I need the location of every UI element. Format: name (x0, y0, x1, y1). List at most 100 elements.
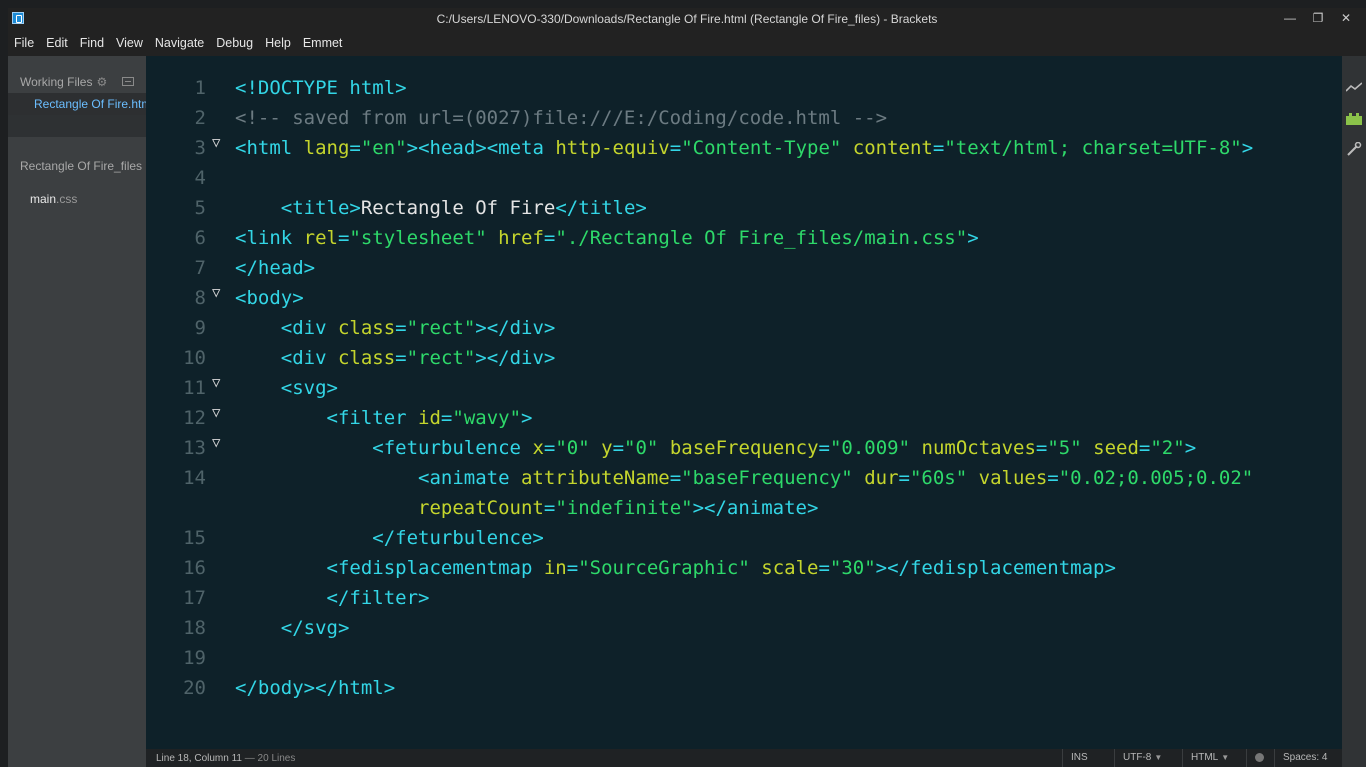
code-token: lang (303, 137, 350, 159)
line-number: 8 (194, 287, 206, 309)
code-line[interactable]: 6 <link rel="stylesheet" href="./Rectangl… (146, 223, 1342, 253)
code-line[interactable]: 18 </svg> (146, 613, 1342, 643)
minimize-button[interactable]: — (1276, 8, 1304, 28)
menu-help[interactable]: Help (259, 36, 297, 50)
code-token: "wavy" (452, 407, 522, 429)
code-token: ></div> (475, 317, 556, 339)
live-preview-icon[interactable] (1345, 82, 1363, 96)
code-token: = (1047, 467, 1059, 489)
code-token: "30" (829, 557, 876, 579)
menu-emmet[interactable]: Emmet (297, 36, 349, 50)
maximize-button[interactable]: ❐ (1304, 8, 1332, 28)
code-token: = (612, 437, 625, 459)
menu-find[interactable]: Find (74, 36, 110, 50)
code-line[interactable]: 15 </feturbulence> (146, 523, 1342, 553)
indent-select[interactable]: Spaces: 4 (1274, 749, 1342, 767)
code-line[interactable]: 7 </head> (146, 253, 1342, 283)
code-token: = (395, 347, 407, 369)
extension-manager-icon[interactable] (1346, 112, 1362, 126)
code-token: </feturbulence> (372, 527, 544, 549)
split-view-icon[interactable] (122, 77, 134, 86)
wrench-icon[interactable] (1346, 141, 1362, 156)
line-number: 4 (194, 167, 206, 189)
fold-toggle-icon[interactable]: ▽ (212, 398, 220, 428)
code-token: href (498, 227, 544, 249)
line-content: <body> (235, 283, 304, 313)
code-line[interactable]: repeatCount="indefinite"></animate> (146, 493, 1342, 523)
code-token: = (818, 557, 830, 579)
menu-debug[interactable]: Debug (210, 36, 259, 50)
code-line[interactable]: 2 <!-- saved from url=(0027)file:///E:/Co… (146, 103, 1342, 133)
code-lines[interactable]: 1 <!DOCTYPE html> 2 <!-- saved from url=(00… (146, 73, 1342, 703)
code-token: "5" (1047, 437, 1082, 459)
code-line[interactable]: 11 ▽ <svg> (146, 373, 1342, 403)
code-line[interactable]: 5 <title>Rectangle Of Fire</title> (146, 193, 1342, 223)
sidebar: Working Files ⚙ Rectangle Of Fire.html R… (8, 56, 146, 767)
line-count: 20 Lines (257, 753, 296, 764)
code-token: = (898, 467, 910, 489)
language-select[interactable]: HTML ▼ (1182, 749, 1244, 767)
code-token: <link (235, 227, 304, 249)
line-number: 15 (183, 527, 206, 549)
line-number: 14 (183, 467, 206, 489)
code-line[interactable]: 10 <div class="rect"></div> (146, 343, 1342, 373)
code-token: repeatCount (418, 497, 544, 519)
encoding-select[interactable]: UTF-8 ▼ (1114, 749, 1180, 767)
code-line[interactable]: 1 <!DOCTYPE html> (146, 73, 1342, 103)
line-content: </feturbulence> (235, 523, 544, 553)
fold-toggle-icon[interactable]: ▽ (212, 428, 220, 458)
menu-view[interactable]: View (110, 36, 149, 50)
code-line[interactable]: 14 <animate attributeName="baseFrequency… (146, 463, 1342, 493)
menu-navigate[interactable]: Navigate (149, 36, 210, 50)
code-token: = (543, 437, 556, 459)
line-content: </filter> (235, 583, 430, 613)
file-tree-item[interactable]: main.css (30, 192, 77, 206)
code-token: <!DOCTYPE html> (235, 77, 407, 99)
code-line[interactable]: 20 </body></html> (146, 673, 1342, 703)
line-number: 5 (194, 197, 206, 219)
working-files-header: Working Files ⚙ (20, 75, 107, 89)
gear-icon[interactable]: ⚙ (96, 75, 107, 89)
fold-toggle-icon[interactable]: ▽ (212, 278, 220, 308)
line-content: <title>Rectangle Of Fire</title> (235, 193, 647, 223)
line-number: 18 (183, 617, 206, 639)
code-line[interactable]: 12 ▽ <filter id="wavy"> (146, 403, 1342, 433)
code-token: > (1184, 437, 1197, 459)
line-number: 13 (183, 437, 206, 459)
code-token: baseFrequency (669, 437, 819, 459)
code-line[interactable]: 17 </filter> (146, 583, 1342, 613)
code-token: content (852, 137, 933, 159)
menu-edit[interactable]: Edit (40, 36, 74, 50)
line-number: 3 (194, 137, 206, 159)
code-line[interactable]: 3 ▽ <html lang="en"><head><meta http-equiv… (146, 133, 1342, 163)
window-title: C:/Users/LENOVO-330/Downloads/Rectangle … (436, 12, 938, 26)
project-title[interactable]: Rectangle Of Fire_files (20, 159, 146, 173)
code-token: ></fedisplacementmap> (875, 557, 1116, 579)
code-line[interactable]: 19 (146, 643, 1342, 673)
code-line[interactable]: 8 ▽ <body> (146, 283, 1342, 313)
lint-status[interactable] (1246, 749, 1272, 767)
code-token: "stylesheet" (349, 227, 487, 249)
fold-toggle-icon[interactable]: ▽ (212, 368, 220, 398)
code-line[interactable]: 16 <fedisplacementmap in="SourceGraphic"… (146, 553, 1342, 583)
menu-file[interactable]: File (8, 36, 40, 50)
code-token: <title> (280, 197, 361, 219)
code-line[interactable]: 4 (146, 163, 1342, 193)
code-token: = (543, 227, 556, 249)
code-token: <html (235, 137, 304, 159)
code-line[interactable]: 9 <div class="rect"></div> (146, 313, 1342, 343)
insert-mode-toggle[interactable]: INS (1062, 749, 1100, 767)
code-line[interactable]: 13 ▽ <feturbulence x="0" y="0" baseFreque… (146, 433, 1342, 463)
menu-bar: File Edit Find View Navigate Debug Help … (8, 30, 1366, 56)
working-file-item[interactable]: Rectangle Of Fire.html (8, 93, 146, 115)
close-button[interactable]: ✕ (1332, 8, 1360, 28)
code-token: "baseFrequency" (681, 467, 853, 489)
code-editor[interactable]: 1 <!DOCTYPE html> 2 <!-- saved from url=(00… (146, 56, 1342, 749)
code-token: <fedisplacementmap (326, 557, 544, 579)
fold-toggle-icon[interactable]: ▽ (212, 128, 220, 158)
